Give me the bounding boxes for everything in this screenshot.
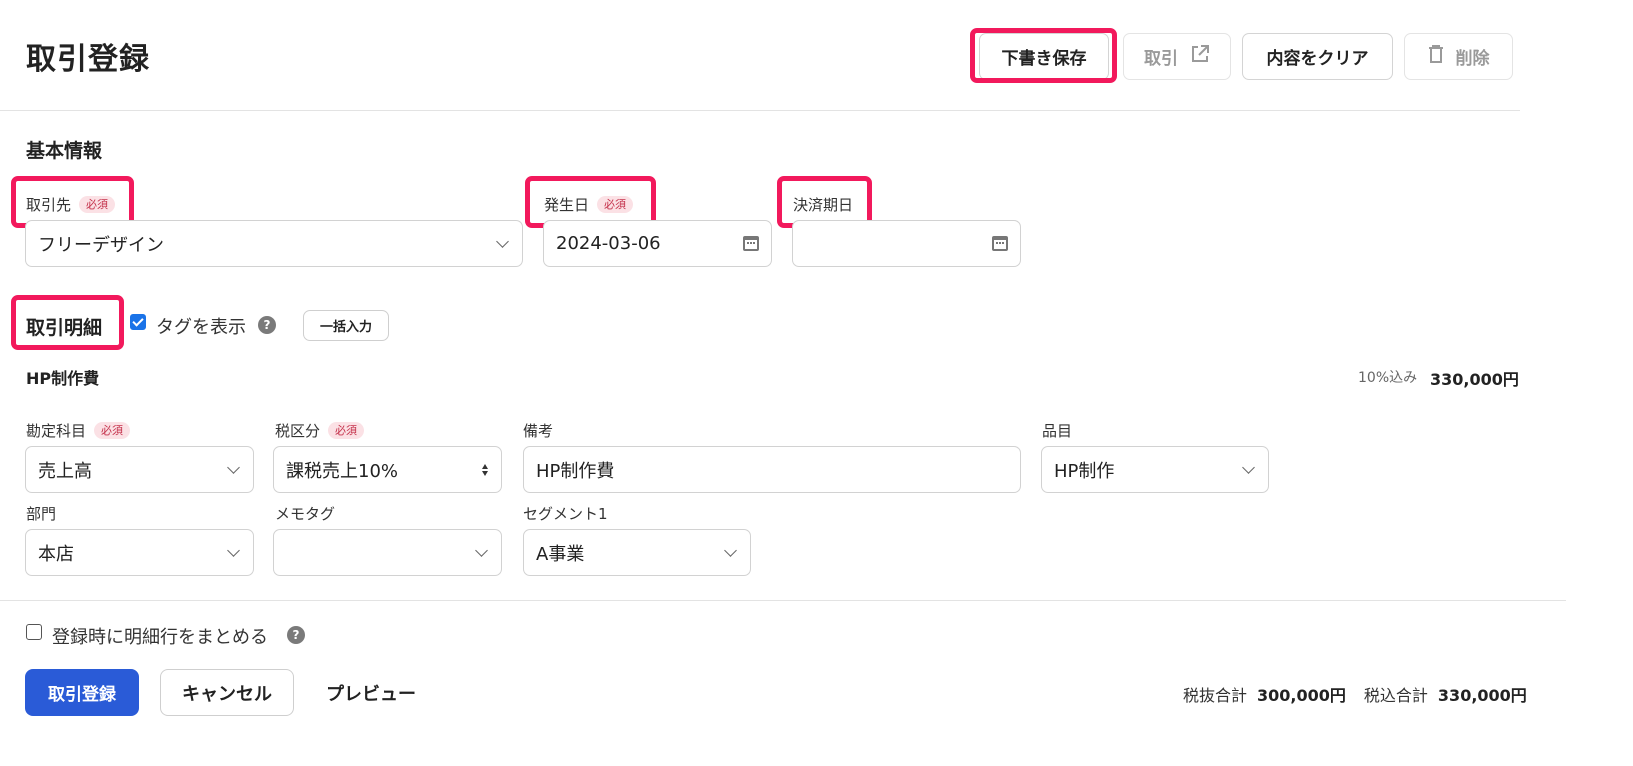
chevron-down-icon [724, 543, 737, 557]
external-link-icon [1190, 44, 1210, 69]
memo-tag-select[interactable] [273, 529, 502, 576]
calendar-icon[interactable] [992, 236, 1008, 251]
tax-category-label-text: 税区分 [275, 422, 321, 440]
account-label-text: 勘定科目 [26, 422, 87, 440]
memo-value: HP制作費 [536, 460, 615, 482]
account-select[interactable]: 売上高 [25, 446, 254, 493]
row-amount: 330,000円 [1430, 370, 1519, 389]
preview-button[interactable]: プレビュー [314, 669, 428, 716]
segment1-value: A事業 [536, 543, 585, 565]
clear-label: 内容をクリア [1266, 49, 1369, 69]
issue-date-value: 2024-03-06 [556, 233, 661, 254]
required-badge: 必須 [328, 422, 365, 439]
partner-value: フリーデザイン [38, 234, 164, 256]
segment1-label: セグメント1 [523, 503, 608, 524]
chevron-down-icon [227, 460, 240, 474]
cancel-button[interactable]: キャンセル [160, 669, 294, 716]
item-label: 品目 [1042, 420, 1072, 441]
tax-category-value: 課税売上10% [286, 460, 399, 482]
chevron-down-icon [1242, 460, 1255, 474]
memo-label-text: 備考 [523, 422, 554, 440]
department-label-text: 部門 [26, 505, 57, 523]
trash-icon [1428, 44, 1444, 69]
merge-rows-label: 登録時に明細行をまとめる [52, 627, 268, 648]
memo-tag-label-text: メモタグ [275, 505, 336, 523]
totals: 税抜合計 300,000円 税込合計 330,000円 [1183, 682, 1527, 706]
detail-row-title: HP制作費 [26, 369, 100, 388]
clear-button[interactable]: 内容をクリア [1242, 33, 1393, 80]
total-value: 330,000円 [1437, 686, 1527, 705]
total-label: 税込合計 [1363, 686, 1428, 705]
required-badge: 必須 [94, 422, 131, 439]
department-select[interactable]: 本店 [25, 529, 254, 576]
header-divider [0, 110, 1520, 111]
item-value: HP制作 [1054, 460, 1115, 482]
highlight-draft-save [970, 28, 1117, 83]
partner-select[interactable]: フリーデザイン [25, 220, 523, 267]
department-value: 本店 [38, 543, 74, 565]
issue-date-input[interactable]: 2024-03-06 [543, 220, 772, 267]
help-icon[interactable]: ? [258, 316, 276, 334]
delete-button[interactable]: 削除 [1404, 33, 1513, 80]
due-date-input[interactable] [792, 220, 1021, 267]
merge-rows-checkbox[interactable] [26, 624, 42, 640]
bulk-input-button[interactable]: 一括入力 [303, 310, 389, 341]
page-title: 取引登録 [26, 42, 150, 77]
highlight-details-title [11, 295, 124, 350]
transaction-link-button[interactable]: 取引 [1123, 33, 1231, 80]
basic-info-title: 基本情報 [26, 140, 103, 162]
item-label-text: 品目 [1042, 422, 1073, 440]
show-tags-checkbox[interactable] [130, 314, 146, 330]
account-label: 勘定科目 必須 [26, 420, 131, 441]
segment1-label-text: セグメント1 [523, 505, 608, 523]
account-value: 売上高 [38, 460, 92, 482]
subtotal-value: 300,000円 [1257, 686, 1346, 705]
select-arrows-icon [482, 463, 488, 476]
help-icon[interactable]: ? [287, 626, 305, 644]
transaction-link-label: 取引 [1144, 49, 1178, 69]
item-select[interactable]: HP制作 [1041, 446, 1269, 493]
memo-label: 備考 [523, 420, 553, 441]
delete-label: 削除 [1455, 49, 1490, 69]
subtotal-label: 税抜合計 [1183, 686, 1248, 705]
show-tags-label: タグを表示 [156, 317, 246, 338]
register-button[interactable]: 取引登録 [25, 669, 139, 716]
department-label: 部門 [26, 503, 56, 524]
tax-note: 10%込み [1358, 370, 1418, 386]
chevron-down-icon [227, 543, 240, 557]
footer-divider [0, 600, 1566, 601]
memo-tag-label: メモタグ [275, 503, 335, 524]
calendar-icon[interactable] [743, 236, 759, 251]
memo-input[interactable]: HP制作費 [523, 446, 1021, 493]
chevron-down-icon [475, 543, 488, 557]
segment1-select[interactable]: A事業 [523, 529, 751, 576]
tax-category-label: 税区分 必須 [275, 420, 365, 441]
tax-category-select[interactable]: 課税売上10% [273, 446, 502, 493]
chevron-down-icon [496, 234, 509, 248]
